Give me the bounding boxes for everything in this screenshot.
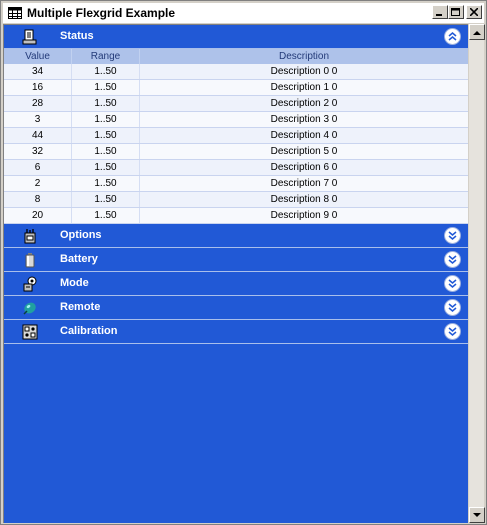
- cell-value[interactable]: 28: [4, 96, 72, 111]
- section-calibration-label: Calibration: [60, 325, 118, 337]
- cell-description[interactable]: Description 3 0: [140, 112, 468, 127]
- grid-body: 34 1..50 Description 0 0 16 1..50 Descriptio…: [4, 64, 468, 224]
- cell-value[interactable]: 2: [4, 176, 72, 191]
- table-row[interactable]: 34 1..50 Description 0 0: [4, 64, 468, 80]
- cell-range[interactable]: 1..50: [72, 144, 140, 159]
- cell-description[interactable]: Description 9 0: [140, 208, 468, 223]
- table-row[interactable]: 20 1..50 Description 9 0: [4, 208, 468, 224]
- cell-value[interactable]: 3: [4, 112, 72, 127]
- cell-value[interactable]: 6: [4, 160, 72, 175]
- section-battery-header[interactable]: Battery: [4, 248, 468, 272]
- minimize-button[interactable]: [432, 5, 448, 19]
- cell-value[interactable]: 32: [4, 144, 72, 159]
- column-header-value[interactable]: Value: [4, 49, 72, 64]
- column-header-description[interactable]: Description: [140, 49, 468, 64]
- grid-header-row: Value Range Description: [4, 49, 468, 64]
- chevron-down-icon[interactable]: [444, 227, 461, 244]
- cell-range[interactable]: 1..50: [72, 192, 140, 207]
- cell-range[interactable]: 1..50: [72, 112, 140, 127]
- cell-value[interactable]: 8: [4, 192, 72, 207]
- cell-range[interactable]: 1..50: [72, 80, 140, 95]
- section-battery-label: Battery: [60, 253, 98, 265]
- table-row[interactable]: 32 1..50 Description 5 0: [4, 144, 468, 160]
- section-mode-label: Mode: [60, 277, 89, 289]
- cell-description[interactable]: Description 2 0: [140, 96, 468, 111]
- title-bar[interactable]: Multiple Flexgrid Example: [3, 3, 484, 23]
- table-row[interactable]: 3 1..50 Description 3 0: [4, 112, 468, 128]
- cell-description[interactable]: Description 0 0: [140, 64, 468, 79]
- table-row[interactable]: 2 1..50 Description 7 0: [4, 176, 468, 192]
- mode-icon: [22, 276, 38, 292]
- panel-container: Status Value Range Description 34 1..50 De…: [3, 24, 468, 523]
- section-options-label: Options: [60, 229, 102, 241]
- table-row[interactable]: 16 1..50 Description 1 0: [4, 80, 468, 96]
- table-row[interactable]: 8 1..50 Description 8 0: [4, 192, 468, 208]
- chevron-down-icon[interactable]: [444, 275, 461, 292]
- cell-description[interactable]: Description 6 0: [140, 160, 468, 175]
- cell-description[interactable]: Description 5 0: [140, 144, 468, 159]
- grid-app-icon: [7, 6, 23, 20]
- section-calibration-header[interactable]: Calibration: [4, 320, 468, 344]
- maximize-button[interactable]: [448, 5, 464, 19]
- cell-description[interactable]: Description 7 0: [140, 176, 468, 191]
- battery-icon: [22, 252, 38, 268]
- table-row[interactable]: 28 1..50 Description 2 0: [4, 96, 468, 112]
- cell-range[interactable]: 1..50: [72, 128, 140, 143]
- cell-range[interactable]: 1..50: [72, 96, 140, 111]
- cell-description[interactable]: Description 4 0: [140, 128, 468, 143]
- cell-range[interactable]: 1..50: [72, 208, 140, 223]
- scroll-up-button[interactable]: [469, 24, 485, 40]
- scroll-down-button[interactable]: [469, 507, 485, 523]
- cell-value[interactable]: 34: [4, 64, 72, 79]
- cell-value[interactable]: 20: [4, 208, 72, 223]
- options-icon: [22, 228, 38, 244]
- cell-value[interactable]: 44: [4, 128, 72, 143]
- section-remote-label: Remote: [60, 301, 101, 313]
- vertical-scrollbar[interactable]: [468, 24, 485, 523]
- column-header-range[interactable]: Range: [72, 49, 140, 64]
- close-button[interactable]: [466, 5, 482, 19]
- chevron-up-icon[interactable]: [444, 28, 461, 45]
- cell-range[interactable]: 1..50: [72, 176, 140, 191]
- app-window: Multiple Flexgrid Example Status Value R…: [0, 0, 487, 525]
- calibration-icon: [22, 324, 38, 340]
- section-remote-header[interactable]: Remote: [4, 296, 468, 320]
- cell-description[interactable]: Description 8 0: [140, 192, 468, 207]
- cell-value[interactable]: 16: [4, 80, 72, 95]
- cell-description[interactable]: Description 1 0: [140, 80, 468, 95]
- window-title: Multiple Flexgrid Example: [27, 6, 176, 20]
- section-status-header[interactable]: Status: [4, 25, 468, 49]
- cell-range[interactable]: 1..50: [72, 64, 140, 79]
- section-mode-header[interactable]: Mode: [4, 272, 468, 296]
- section-options-header[interactable]: Options: [4, 224, 468, 248]
- status-icon: [22, 29, 38, 45]
- table-row[interactable]: 44 1..50 Description 4 0: [4, 128, 468, 144]
- chevron-down-icon[interactable]: [444, 323, 461, 340]
- cell-range[interactable]: 1..50: [72, 160, 140, 175]
- remote-icon: [22, 300, 38, 316]
- chevron-down-icon[interactable]: [444, 251, 461, 268]
- status-grid[interactable]: Value Range Description 34 1..50 Descripti…: [4, 49, 468, 224]
- table-row[interactable]: 6 1..50 Description 6 0: [4, 160, 468, 176]
- section-status-label: Status: [60, 30, 94, 42]
- chevron-down-icon[interactable]: [444, 299, 461, 316]
